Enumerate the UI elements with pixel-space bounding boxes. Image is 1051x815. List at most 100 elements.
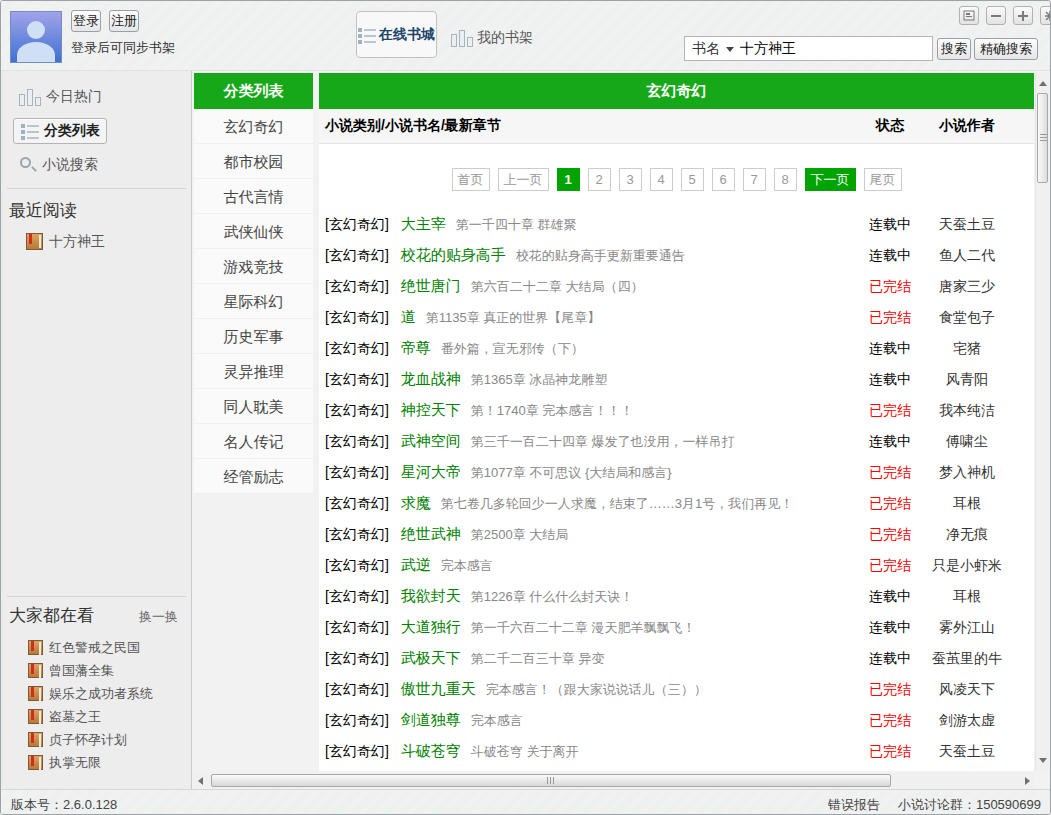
book-title-link[interactable]: 斗破苍穹 — [401, 742, 461, 759]
sidebar-item-category-list[interactable]: 分类列表 — [13, 118, 107, 144]
book-category: [玄幻奇幻] — [325, 371, 389, 387]
category-item[interactable]: 名人传记 — [194, 424, 313, 459]
category-item[interactable]: 武侠仙侠 — [194, 214, 313, 249]
book-title-link[interactable]: 道 — [401, 308, 416, 325]
scroll-up-icon[interactable] — [1039, 81, 1047, 86]
page-button[interactable]: 下一页 — [805, 168, 856, 191]
book-title-link[interactable]: 绝世武神 — [401, 525, 461, 542]
book-icon — [28, 732, 43, 747]
book-title-link[interactable]: 武极天下 — [401, 649, 461, 666]
page-current[interactable]: 1 — [557, 168, 580, 191]
column-book: 小说类别/小说书名/最新章节 — [325, 117, 850, 135]
vertical-scrollbar[interactable] — [1035, 73, 1049, 771]
scroll-down-icon[interactable] — [1039, 758, 1047, 763]
recent-book-item[interactable]: 十方神王 — [26, 230, 105, 253]
category-item[interactable]: 游戏竞技 — [194, 249, 313, 284]
everyone-reading-header: 大家都在看 — [9, 604, 94, 627]
book-category: [玄幻奇幻] — [325, 588, 389, 604]
page-button[interactable]: 4 — [650, 168, 673, 191]
book-row: [玄幻奇幻]斗破苍穹斗破苍穹 关于离开已完结天蚕土豆 — [319, 736, 1034, 767]
register-button[interactable]: 注册 — [109, 10, 139, 32]
hot-book-item[interactable]: 执掌无限 — [28, 751, 153, 774]
page-button[interactable]: 6 — [712, 168, 735, 191]
search-field-selector[interactable]: 书名 — [692, 40, 720, 58]
book-status: 已完结 — [850, 278, 930, 296]
category-item[interactable]: 都市校园 — [194, 144, 313, 179]
book-title-link[interactable]: 求魔 — [401, 494, 431, 511]
category-item[interactable]: 同人耽美 — [194, 389, 313, 424]
book-title-link[interactable]: 大主宰 — [401, 215, 446, 232]
online-bookstore-button[interactable]: 在线书城 — [356, 11, 437, 58]
page-button[interactable]: 5 — [681, 168, 704, 191]
page-button[interactable]: 7 — [743, 168, 766, 191]
book-row: [玄幻奇幻]大道独行第一千六百二十二章 漫天肥羊飘飘飞！连载中雾外江山 — [319, 612, 1034, 643]
page-button[interactable]: 3 — [619, 168, 642, 191]
book-title-link[interactable]: 星河大帝 — [401, 463, 461, 480]
book-title-link[interactable]: 帝尊 — [401, 339, 431, 356]
search-input[interactable]: 书名 十方神王 — [684, 36, 933, 61]
scroll-left-icon[interactable] — [198, 777, 203, 785]
login-button[interactable]: 登录 — [71, 10, 101, 32]
category-item[interactable]: 玄幻奇幻 — [194, 109, 313, 144]
category-item[interactable]: 古代言情 — [194, 179, 313, 214]
hot-book-item[interactable]: 盗墓之王 — [28, 705, 153, 728]
book-author: 雾外江山 — [930, 619, 1004, 637]
skin-button[interactable] — [959, 6, 979, 25]
book-category: [玄幻奇幻] — [325, 247, 389, 263]
book-title-link[interactable]: 武逆 — [401, 556, 431, 573]
latest-chapter: 第三千一百二十四章 爆发了也没用，一样吊打 — [471, 434, 735, 449]
book-icon — [28, 755, 43, 770]
book-title-link[interactable]: 我欲封天 — [401, 587, 461, 604]
search-button[interactable]: 搜索 — [937, 38, 971, 60]
horizontal-scrollbar[interactable] — [194, 773, 1034, 789]
latest-chapter: 完本感言 — [471, 713, 523, 728]
hot-book-item[interactable]: 娱乐之成功者系统 — [28, 682, 153, 705]
page-button[interactable]: 尾页 — [864, 168, 902, 191]
avatar[interactable] — [10, 11, 62, 63]
sidebar: 今日热门 分类列表 小说搜索 最近阅读 十方神王 大家都在看 换一换 红色警戒之… — [1, 71, 192, 789]
page-button[interactable]: 2 — [588, 168, 611, 191]
book-icon — [28, 640, 43, 655]
book-title-link[interactable]: 傲世九重天 — [401, 680, 476, 697]
maximize-button[interactable] — [1013, 6, 1033, 25]
latest-chapter: 第一千六百二十二章 漫天肥羊飘飘飞！ — [471, 620, 696, 635]
book-title-link[interactable]: 校花的贴身高手 — [401, 246, 506, 263]
refresh-link[interactable]: 换一换 — [139, 608, 178, 626]
book-title-link[interactable]: 龙血战神 — [401, 370, 461, 387]
book-status: 已完结 — [850, 309, 930, 327]
category-item[interactable]: 星际科幻 — [194, 284, 313, 319]
book-title-link[interactable]: 神控天下 — [401, 401, 461, 418]
page-button[interactable]: 上一页 — [498, 168, 549, 191]
minimize-button[interactable] — [986, 6, 1006, 25]
hot-book-item[interactable]: 贞子怀孕计划 — [28, 728, 153, 751]
category-item[interactable]: 灵异推理 — [194, 354, 313, 389]
sidebar-item-novel-search[interactable]: 小说搜索 — [19, 156, 98, 174]
hot-book-item[interactable]: 曾国藩全集 — [28, 659, 153, 682]
book-title-link[interactable]: 大道独行 — [401, 618, 461, 635]
toolbar: 登录 注册 登录后可同步书架 在线书城 我的书架 书名 十方神王 搜索 精确搜索 — [1, 1, 1051, 71]
precise-search-button[interactable]: 精确搜索 — [974, 38, 1038, 60]
page-button[interactable]: 8 — [774, 168, 797, 191]
book-title-link[interactable]: 剑道独尊 — [401, 711, 461, 728]
horizontal-scrollbar-thumb[interactable] — [211, 774, 891, 787]
my-bookshelf-button[interactable]: 我的书架 — [451, 28, 533, 48]
sidebar-divider-2 — [7, 596, 186, 597]
page-button[interactable]: 首页 — [452, 168, 490, 191]
novel-search-icon — [19, 156, 37, 174]
column-status: 状态 — [850, 117, 930, 135]
category-item[interactable]: 历史军事 — [194, 319, 313, 354]
error-report-link[interactable]: 错误报告 — [828, 796, 880, 814]
book-status: 连载中 — [850, 433, 930, 451]
category-item[interactable]: 经管励志 — [194, 459, 313, 494]
scroll-right-icon[interactable] — [1025, 777, 1030, 785]
book-row: [玄幻奇幻]武极天下第二千二百三十章 异变连载中蚕茧里的牛 — [319, 643, 1034, 674]
book-title-link[interactable]: 绝世唐门 — [401, 277, 461, 294]
vertical-scrollbar-thumb[interactable] — [1037, 93, 1048, 183]
latest-chapter: 第1135章 真正的世界【尾章】 — [426, 310, 601, 325]
sidebar-item-today-hot[interactable]: 今日热门 — [19, 88, 102, 106]
book-category: [玄幻奇幻] — [325, 433, 389, 449]
close-button[interactable] — [1040, 6, 1051, 25]
book-title-link[interactable]: 武神空间 — [401, 432, 461, 449]
book-status: 已完结 — [850, 495, 930, 513]
hot-book-item[interactable]: 红色警戒之民国 — [28, 636, 153, 659]
